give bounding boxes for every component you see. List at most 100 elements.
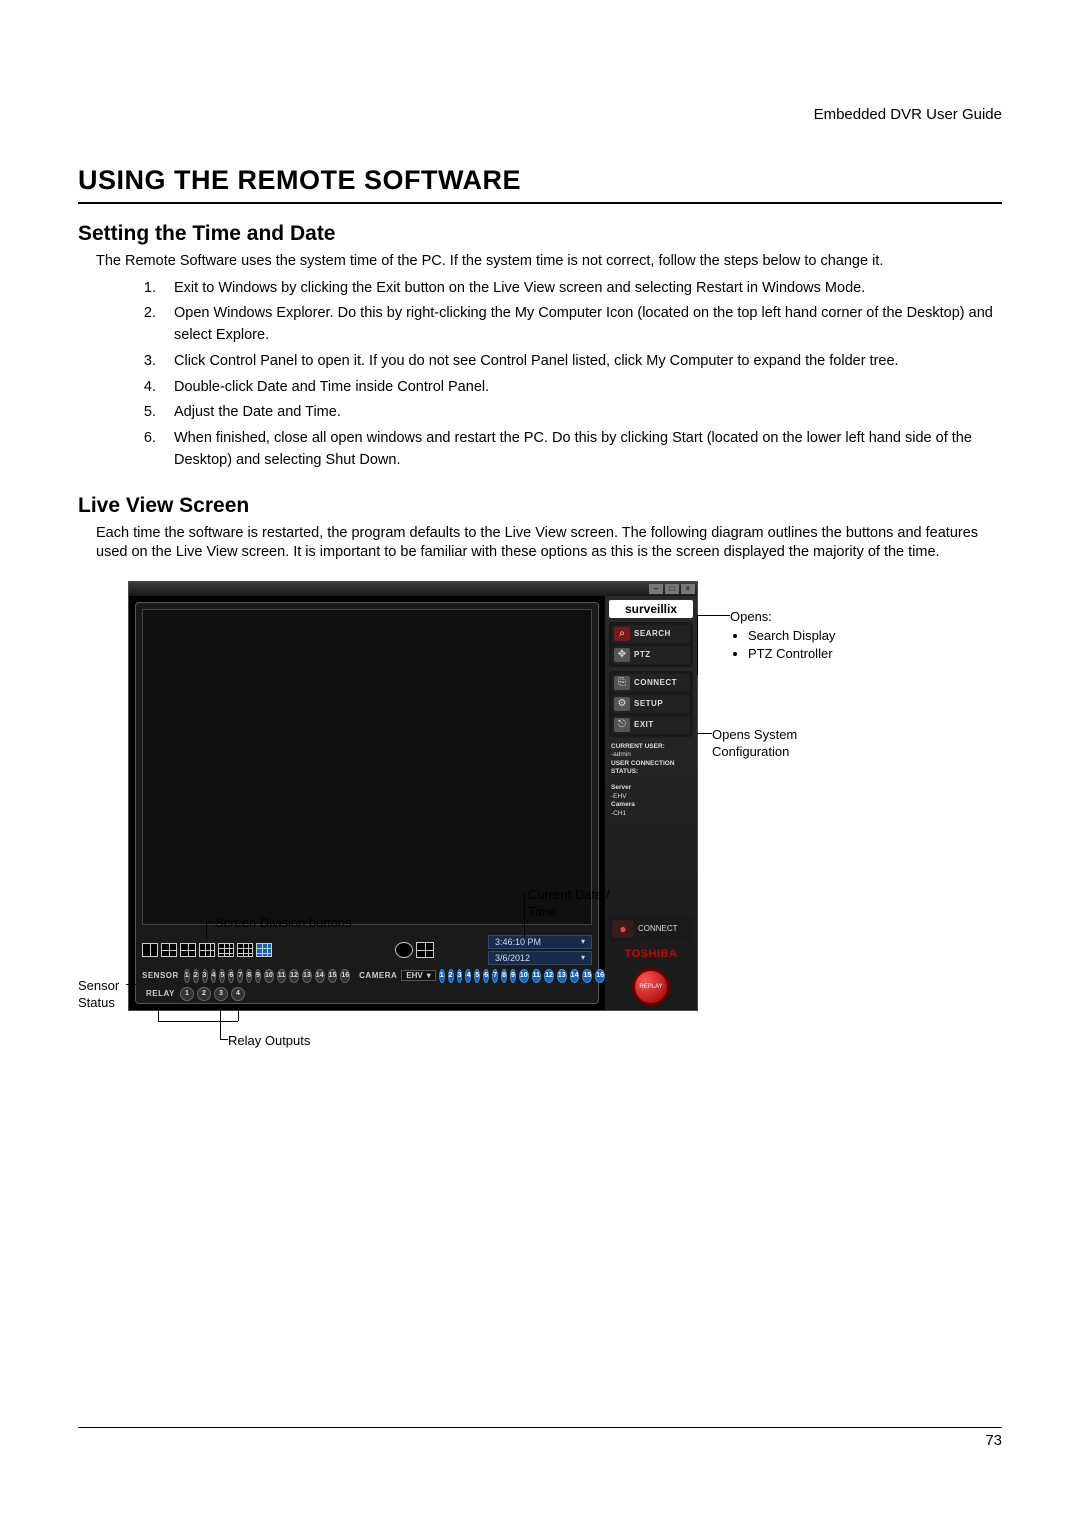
camera-13[interactable]: 13 [557,969,567,983]
screen-division-buttons [142,943,391,957]
section-time-intro: The Remote Software uses the system time… [96,252,1002,272]
ptz-button-label: PTZ [634,650,651,659]
step-4: Double-click Date and Time inside Contro… [160,377,1002,399]
exit-button[interactable]: ⎋ EXIT [612,716,690,734]
relay-4[interactable]: 4 [231,987,245,1001]
section-live-title: Live View Screen [78,494,1002,518]
time-box[interactable]: 3:46:10 PM ▾ [488,935,592,949]
time-value: 3:46:10 PM [495,937,541,947]
step-2: Open Windows Explorer. Do this by right-… [160,303,1002,347]
relay-label: RELAY [146,989,175,998]
doc-header: Embedded DVR User Guide [78,106,1002,123]
exit-button-label: EXIT [634,720,654,729]
sensor-label: SENSOR [142,971,179,980]
control-bar: ↻ 3:46:10 PM ▾ 3/6/2012▾ SENSOR 1 2 [136,931,598,1003]
camera-8[interactable]: 8 [501,969,507,983]
callout-setup: Opens System Configuration [712,727,832,761]
sensor-8[interactable]: 8 [246,969,252,983]
sensor-10[interactable]: 10 [264,969,274,983]
replay-button[interactable]: REPLAY [609,968,693,1006]
camera-5[interactable]: 5 [474,969,480,983]
camera-select[interactable]: EHV▾ [401,970,435,981]
setup-button[interactable]: ⚙ SETUP [612,695,690,713]
sensor-3[interactable]: 3 [202,969,208,983]
maximize-button[interactable]: □ [665,584,679,594]
sensor-11[interactable]: 11 [277,969,286,983]
camera-1[interactable]: 1 [439,969,445,983]
sensor-2[interactable]: 2 [193,969,199,983]
relay-1[interactable]: 1 [180,987,194,1001]
sensor-16[interactable]: 16 [340,969,350,983]
sensor-7[interactable]: 7 [237,969,243,983]
replay-label: REPLAY [639,984,662,990]
camera-select-value: EHV [406,971,422,980]
division-2x2b-icon[interactable] [180,943,196,957]
section-live-intro: Each time the software is restarted, the… [96,524,1002,563]
sensor-4[interactable]: 4 [211,969,217,983]
server-camera-block: Server -EHV Camera -CH1 [609,782,693,820]
page-footer: 73 [78,1427,1002,1449]
step-3: Click Control Panel to open it. If you d… [160,351,1002,373]
camera-7[interactable]: 7 [492,969,498,983]
camera-2[interactable]: 2 [448,969,454,983]
camera-label: Camera [611,801,635,808]
camera-6[interactable]: 6 [483,969,489,983]
division-3x2-icon[interactable] [199,943,215,957]
step-6: When finished, close all open windows an… [160,428,1002,472]
division-2x2-icon[interactable] [161,943,177,957]
division-3x3-icon[interactable] [218,943,234,957]
search-icon: ⌕ [614,627,630,641]
camera-4[interactable]: 4 [465,969,471,983]
app-window: – □ × [128,581,698,1011]
sensor-1[interactable]: 1 [184,969,190,983]
callout-opens-li2: PTZ Controller [748,646,835,663]
video-area: ↻ 3:46:10 PM ▾ 3/6/2012▾ SENSOR 1 2 [135,602,599,1004]
sensor-5[interactable]: 5 [219,969,225,983]
camera-11[interactable]: 11 [532,969,541,983]
sensor-12[interactable]: 12 [289,969,299,983]
page-number: 73 [985,1432,1002,1449]
camera-10[interactable]: 10 [519,969,529,983]
server-label: Server [611,784,631,791]
search-button[interactable]: ⌕ SEARCH [612,625,690,643]
steps-list: Exit to Windows by clicking the Exit but… [78,278,1002,472]
server-value: -EHV [611,793,627,800]
relay-3[interactable]: 3 [214,987,228,1001]
sensor-9[interactable]: 9 [255,969,261,983]
chevron-down-icon: ▾ [581,937,585,947]
camera-value: -CH1 [611,810,626,817]
callout-opens-li1: Search Display [748,628,835,645]
callout-datetime: Current Date / Time [528,887,638,921]
callout-opens-label: Opens: [730,609,772,624]
camera-16[interactable]: 16 [595,969,605,983]
cycle-icon[interactable]: ↻ [395,942,413,958]
fullscreen-icon[interactable] [416,942,434,958]
camera-9[interactable]: 9 [510,969,516,983]
ptz-button[interactable]: ✥ PTZ [612,646,690,664]
section-time-title: Setting the Time and Date [78,222,1002,246]
camera-3[interactable]: 3 [457,969,463,983]
sensor-6[interactable]: 6 [228,969,234,983]
current-user-value: -admin [611,751,631,758]
callout-opens: Opens: Search Display PTZ Controller [730,609,835,666]
close-button[interactable]: × [681,584,695,594]
callout-sensor: Sensor Status [78,978,128,1012]
division-grid-icon[interactable] [256,943,272,957]
sensor-14[interactable]: 14 [315,969,325,983]
division-4x4-icon[interactable] [237,943,253,957]
camera-14[interactable]: 14 [570,969,580,983]
exit-icon: ⎋ [614,718,630,732]
callout-relay: Relay Outputs [228,1033,310,1050]
date-box[interactable]: 3/6/2012▾ [488,951,592,965]
minimize-button[interactable]: – [649,584,663,594]
division-1x2-icon[interactable] [142,943,158,957]
camera-15[interactable]: 15 [582,969,592,983]
setup-button-label: SETUP [634,699,663,708]
sensor-15[interactable]: 15 [328,969,338,983]
current-user-label: CURRENT USER: [611,743,665,750]
relay-2[interactable]: 2 [197,987,211,1001]
camera-12[interactable]: 12 [544,969,554,983]
sensor-13[interactable]: 13 [302,969,312,983]
record-icon: ● [612,920,634,938]
connect-button[interactable]: ⎘ CONNECT [612,674,690,692]
